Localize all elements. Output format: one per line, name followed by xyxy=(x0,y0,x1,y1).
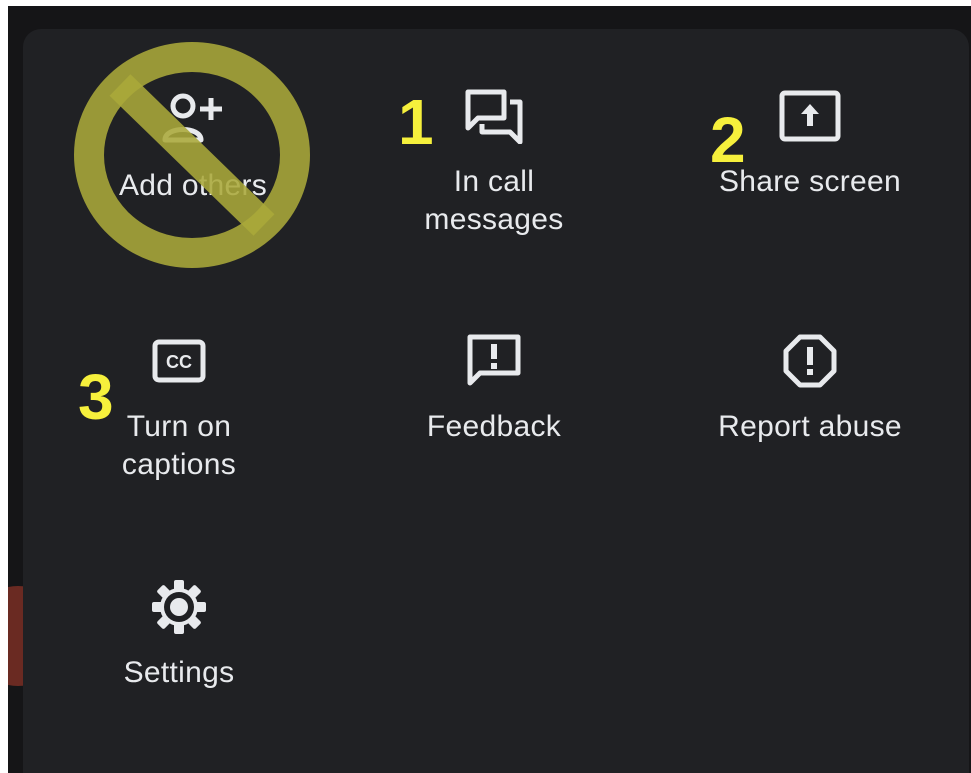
svg-text:CC: CC xyxy=(166,352,192,372)
add-others-button[interactable]: Add others xyxy=(73,87,313,205)
settings-label: Settings xyxy=(123,656,235,689)
chat-icon xyxy=(461,83,527,149)
gear-icon xyxy=(146,574,212,640)
turn-on-captions-label: Turn on captions xyxy=(121,410,237,481)
report-abuse-label: Report abuse xyxy=(718,410,902,443)
share-screen-label: Share screen xyxy=(718,165,902,198)
more-options-panel: Add others In call messages Share screen… xyxy=(23,29,969,773)
person-add-icon xyxy=(160,87,226,153)
annotation-number-1: 1 xyxy=(398,86,434,158)
report-icon xyxy=(777,328,843,394)
in-call-messages-label: In call messages xyxy=(424,165,564,236)
feedback-label: Feedback xyxy=(426,410,562,443)
closed-captions-icon: CC xyxy=(146,328,212,394)
annotation-number-3: 3 xyxy=(78,361,114,433)
add-others-label: Add others xyxy=(118,169,268,202)
feedback-icon xyxy=(461,328,527,394)
annotation-number-2: 2 xyxy=(710,104,746,176)
report-abuse-button[interactable]: Report abuse xyxy=(690,328,930,446)
present-screen-icon xyxy=(777,83,843,149)
settings-button[interactable]: Settings xyxy=(59,574,299,692)
feedback-button[interactable]: Feedback xyxy=(374,328,614,446)
